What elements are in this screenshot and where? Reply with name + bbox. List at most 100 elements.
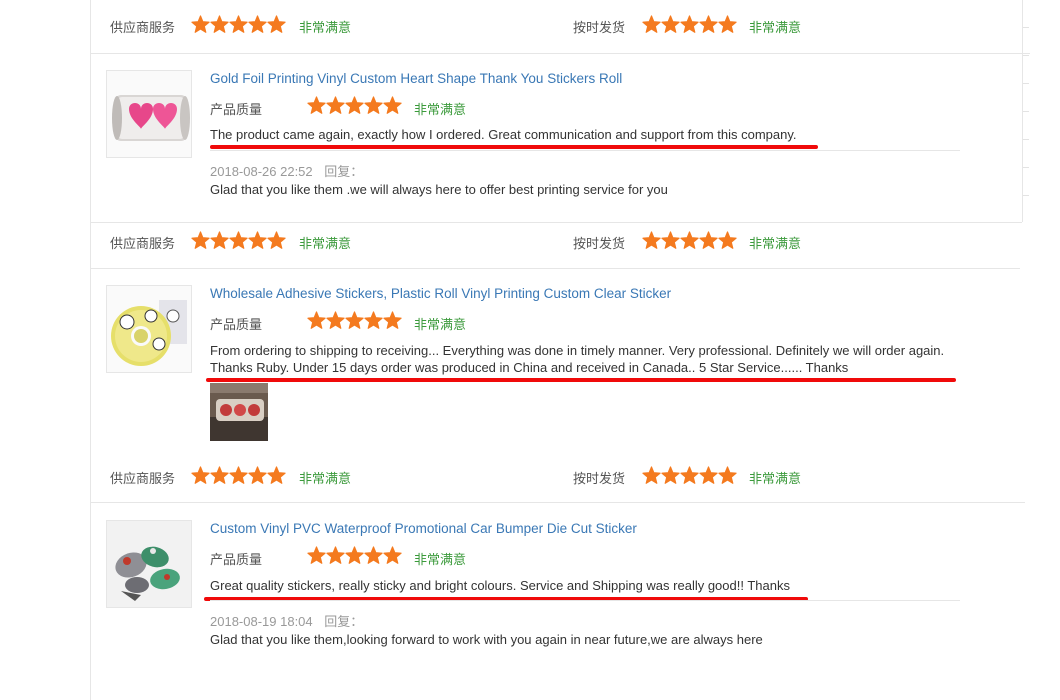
star-icon	[191, 231, 210, 249]
on-time-delivery-stars	[642, 15, 737, 35]
reply-text: Glad that you like them,looking forward …	[210, 632, 763, 647]
star-icon	[326, 311, 345, 329]
star-icon	[718, 15, 737, 33]
reply-date: 2018-08-19 18:04	[210, 614, 313, 629]
divider	[90, 53, 1030, 54]
star-icon	[267, 15, 286, 33]
on-time-delivery-stars	[642, 466, 737, 486]
product-quality-rating-text: 非常满意	[414, 552, 467, 567]
star-icon	[191, 466, 210, 484]
star-icon	[248, 231, 267, 249]
reply-meta: 2018-08-26 22:52 回复：	[210, 161, 363, 180]
star-icon	[661, 231, 680, 249]
star-icon	[383, 311, 402, 329]
star-icon	[248, 466, 267, 484]
star-icon	[680, 231, 699, 249]
heart-sticker-roll-image	[107, 71, 191, 157]
product-quality-rating-text: 非常满意	[414, 102, 467, 117]
review-comment-line: Thanks Ruby. Under 15 days order was pro…	[210, 360, 849, 375]
star-icon	[267, 466, 286, 484]
review-comment: The product came again, exactly how I or…	[210, 127, 797, 142]
clear-sticker-roll-image	[107, 286, 191, 372]
reply-date: 2018-08-26 22:52	[210, 164, 313, 179]
product-thumbnail[interactable]	[106, 520, 192, 608]
product-thumbnail[interactable]	[106, 285, 192, 373]
star-icon	[307, 96, 326, 114]
product-quality-stars	[307, 311, 402, 330]
star-icon	[364, 311, 383, 329]
supplier-service-label: 供应商服务	[110, 20, 176, 35]
star-icon	[210, 15, 229, 33]
star-icon	[661, 15, 680, 33]
supplier-service-stars	[191, 231, 286, 251]
review-photo[interactable]	[210, 383, 268, 441]
product-quality-label: 产品质量	[210, 552, 263, 567]
shop-rating-row: 供应商服务 非常满意 按时发货 非常满意	[0, 461, 1060, 491]
on-time-delivery-rating-text: 非常满意	[749, 20, 802, 35]
supplier-service-label: 供应商服务	[110, 471, 176, 486]
supplier-service-rating-text: 非常满意	[299, 20, 352, 35]
star-icon	[699, 15, 718, 33]
product-quality-stars	[307, 96, 402, 115]
on-time-delivery-label: 按时发货	[573, 236, 626, 251]
shop-rating-row: 供应商服务 非常满意 按时发货 非常满意	[0, 226, 1060, 256]
shop-rating-row: 供应商服务 非常满意 按时发货 非常满意	[0, 10, 1060, 40]
star-icon	[383, 546, 402, 564]
reply-divider	[210, 150, 960, 151]
on-time-delivery-label: 按时发货	[573, 471, 626, 486]
star-icon	[642, 466, 661, 484]
reply-meta: 2018-08-19 18:04 回复：	[210, 611, 363, 630]
review-comment: Great quality stickers, really sticky an…	[210, 578, 790, 593]
highlight-underline	[206, 378, 956, 382]
star-icon	[307, 546, 326, 564]
product-quality-stars	[307, 546, 402, 565]
divider	[90, 268, 1020, 269]
product-thumbnail[interactable]	[106, 70, 192, 158]
star-icon	[680, 466, 699, 484]
on-time-delivery-rating-text: 非常满意	[749, 471, 802, 486]
reply-label: 回复：	[324, 614, 364, 629]
star-icon	[229, 466, 248, 484]
review-comment-line: From ordering to shipping to receiving..…	[210, 343, 945, 358]
product-title-link[interactable]: Wholesale Adhesive Stickers, Plastic Rol…	[210, 286, 671, 301]
product-quality-label: 产品质量	[210, 317, 263, 332]
left-border	[90, 0, 91, 700]
star-icon	[699, 466, 718, 484]
supplier-service-rating-text: 非常满意	[299, 471, 352, 486]
star-icon	[267, 231, 286, 249]
star-icon	[642, 15, 661, 33]
star-icon	[326, 96, 345, 114]
star-icon	[364, 96, 383, 114]
reviews-page: 供应商服务 非常满意 按时发货 非常满意 Gold Foil Printing …	[0, 0, 1060, 700]
review-comment: From ordering to shipping to receiving..…	[210, 342, 944, 376]
star-icon	[345, 546, 364, 564]
star-icon	[191, 15, 210, 33]
on-time-delivery-label: 按时发货	[573, 20, 626, 35]
product-title-link[interactable]: Custom Vinyl PVC Waterproof Promotional …	[210, 521, 637, 536]
divider	[90, 222, 1022, 223]
bumper-sticker-image	[107, 521, 191, 607]
on-time-delivery-stars	[642, 231, 737, 251]
on-time-delivery-rating-text: 非常满意	[749, 236, 802, 251]
star-icon	[345, 311, 364, 329]
star-icon	[680, 15, 699, 33]
star-icon	[326, 546, 345, 564]
star-icon	[229, 15, 248, 33]
star-icon	[210, 466, 229, 484]
star-icon	[661, 466, 680, 484]
star-icon	[383, 96, 402, 114]
star-icon	[718, 466, 737, 484]
supplier-service-stars	[191, 466, 286, 486]
star-icon	[210, 231, 229, 249]
reply-divider	[210, 600, 960, 601]
reply-label: 回复：	[324, 164, 364, 179]
star-icon	[699, 231, 718, 249]
star-icon	[364, 546, 383, 564]
product-quality-rating-text: 非常满意	[414, 317, 467, 332]
star-icon	[642, 231, 661, 249]
supplier-service-rating-text: 非常满意	[299, 236, 352, 251]
star-icon	[229, 231, 248, 249]
reply-text: Glad that you like them .we will always …	[210, 182, 668, 197]
product-title-link[interactable]: Gold Foil Printing Vinyl Custom Heart Sh…	[210, 71, 622, 86]
divider	[90, 502, 1025, 503]
